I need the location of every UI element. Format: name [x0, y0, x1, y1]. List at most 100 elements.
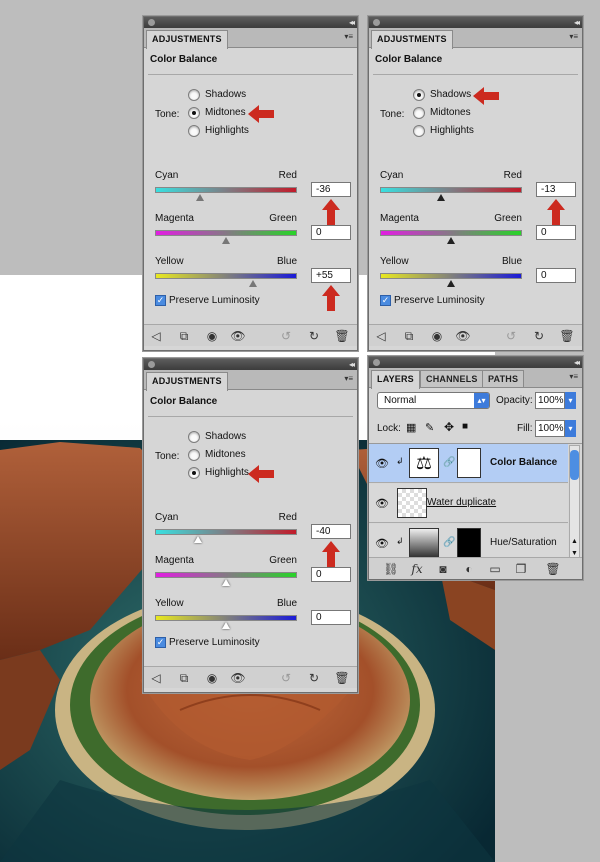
trash-icon[interactable]: 🗑: [334, 670, 350, 686]
tab-adjustments[interactable]: ADJUSTMENTS: [146, 372, 228, 391]
slider-knob[interactable]: [447, 237, 455, 244]
slider-knob[interactable]: [437, 194, 446, 201]
cyan-red-slider[interactable]: [155, 529, 297, 535]
magenta-green-value[interactable]: 0: [311, 567, 351, 582]
collapse-icon[interactable]: ◂◂: [574, 357, 580, 368]
magenta-green-slider[interactable]: [380, 230, 522, 236]
panel-titlebar[interactable]: ◂◂: [144, 17, 357, 28]
opacity-input[interactable]: 100%: [535, 392, 565, 409]
layer-row-color-balance[interactable]: 👁 ↲ ⚖ 🔗 Color Balance: [369, 444, 568, 483]
lock-move-icon[interactable]: ✥: [444, 420, 454, 434]
panel-titlebar[interactable]: ◂◂: [369, 17, 582, 28]
reset-icon[interactable]: ↻: [306, 670, 322, 686]
fill-dropdown-icon[interactable]: ▾: [565, 420, 576, 437]
previous-state-icon[interactable]: ↺: [278, 328, 294, 344]
clip-icon[interactable]: ⧉: [176, 328, 192, 344]
visibility-toggle-icon[interactable]: ◉: [204, 670, 220, 686]
cyan-red-value[interactable]: -36: [311, 182, 351, 197]
reset-icon[interactable]: ↻: [306, 328, 322, 344]
slider-knob[interactable]: [447, 280, 455, 287]
eye-icon[interactable]: 👁: [375, 537, 389, 550]
magenta-green-slider[interactable]: [155, 572, 297, 578]
panel-menu-icon[interactable]: ▾≡: [344, 32, 353, 41]
fx-icon[interactable]: fx: [409, 561, 425, 577]
tone-radio-midtones[interactable]: Midtones: [188, 449, 298, 463]
reset-icon[interactable]: ↻: [531, 328, 547, 344]
scroll-thumb[interactable]: [570, 450, 579, 480]
slider-knob[interactable]: [222, 237, 230, 244]
tab-paths[interactable]: PATHS: [482, 370, 525, 387]
radio-button[interactable]: [413, 89, 425, 101]
tab-adjustments[interactable]: ADJUSTMENTS: [371, 30, 453, 49]
checkbox[interactable]: ✓: [155, 637, 166, 648]
lock-brush-icon[interactable]: ✎: [425, 421, 434, 434]
trash-icon[interactable]: 🗑: [545, 561, 561, 577]
back-arrow-icon[interactable]: ◁: [148, 328, 164, 344]
scroll-up-icon[interactable]: ▲: [570, 538, 579, 545]
tone-radio-shadows[interactable]: Shadows: [413, 89, 523, 103]
link-icon[interactable]: ⛓: [383, 561, 399, 577]
tab-layers[interactable]: LAYERS: [371, 370, 420, 389]
previous-state-icon[interactable]: ↺: [503, 328, 519, 344]
eye-icon[interactable]: 👁: [230, 670, 246, 686]
trash-icon[interactable]: 🗑: [334, 328, 350, 344]
radio-button[interactable]: [413, 125, 425, 137]
panel-titlebar[interactable]: ◂◂: [369, 357, 582, 368]
collapse-icon[interactable]: ◂◂: [574, 17, 580, 28]
slider-knob[interactable]: [196, 194, 205, 201]
panel-menu-icon[interactable]: ▾≡: [569, 32, 578, 41]
yellow-blue-slider[interactable]: [155, 615, 297, 621]
mask-icon[interactable]: ◙: [435, 561, 451, 577]
radio-button[interactable]: [188, 431, 200, 443]
eye-icon[interactable]: 👁: [455, 328, 471, 344]
scroll-down-icon[interactable]: ▼: [570, 550, 579, 557]
tone-radio-shadows[interactable]: Shadows: [188, 431, 298, 445]
cyan-red-value[interactable]: -13: [536, 182, 576, 197]
checkbox[interactable]: ✓: [155, 295, 166, 306]
slider-knob[interactable]: [193, 536, 202, 543]
new-layer-icon[interactable]: ❐: [513, 561, 529, 577]
blend-mode-select[interactable]: Normal ▴▾: [377, 392, 490, 409]
slider-knob[interactable]: [222, 579, 230, 586]
tone-radio-shadows[interactable]: Shadows: [188, 89, 298, 103]
clip-icon[interactable]: ⧉: [401, 328, 417, 344]
tab-channels[interactable]: CHANNELS: [420, 370, 484, 387]
panel-titlebar[interactable]: ◂◂: [144, 359, 357, 370]
slider-knob[interactable]: [222, 622, 230, 629]
tone-radio-midtones[interactable]: Midtones: [413, 107, 523, 121]
cyan-red-slider[interactable]: [155, 187, 297, 193]
collapse-icon[interactable]: ◂◂: [349, 359, 355, 370]
clip-icon[interactable]: ⧉: [176, 670, 192, 686]
panel-menu-icon[interactable]: ▾≡: [569, 372, 578, 381]
back-arrow-icon[interactable]: ◁: [373, 328, 389, 344]
tone-radio-highlights[interactable]: Highlights: [188, 125, 298, 139]
radio-button[interactable]: [188, 107, 200, 119]
panel-menu-icon[interactable]: ▾≡: [344, 374, 353, 383]
magenta-green-value[interactable]: 0: [311, 225, 351, 240]
visibility-toggle-icon[interactable]: ◉: [204, 328, 220, 344]
magenta-green-value[interactable]: 0: [536, 225, 576, 240]
previous-state-icon[interactable]: ↺: [278, 670, 294, 686]
cyan-red-slider[interactable]: [380, 187, 522, 193]
yellow-blue-value[interactable]: 0: [311, 610, 351, 625]
lock-all-icon[interactable]: ■: [462, 421, 468, 432]
folder-icon[interactable]: ▭: [487, 561, 503, 577]
tone-radio-highlights[interactable]: Highlights: [188, 467, 298, 481]
yellow-blue-value[interactable]: +55: [311, 268, 351, 283]
checkbox[interactable]: ✓: [380, 295, 391, 306]
radio-button[interactable]: [413, 107, 425, 119]
eye-icon[interactable]: 👁: [230, 328, 246, 344]
eye-icon[interactable]: 👁: [375, 497, 389, 510]
eye-icon[interactable]: 👁: [375, 457, 389, 470]
yellow-blue-slider[interactable]: [155, 273, 297, 279]
visibility-toggle-icon[interactable]: ◉: [429, 328, 445, 344]
yellow-blue-value[interactable]: 0: [536, 268, 576, 283]
tone-radio-highlights[interactable]: Highlights: [413, 125, 523, 139]
cyan-red-value[interactable]: -40: [311, 524, 351, 539]
yellow-blue-slider[interactable]: [380, 273, 522, 279]
radio-button[interactable]: [188, 467, 200, 479]
back-arrow-icon[interactable]: ◁: [148, 670, 164, 686]
slider-knob[interactable]: [248, 280, 257, 287]
adjustment-icon[interactable]: ◐: [461, 561, 477, 577]
lock-transparent-icon[interactable]: ▦: [406, 421, 416, 434]
